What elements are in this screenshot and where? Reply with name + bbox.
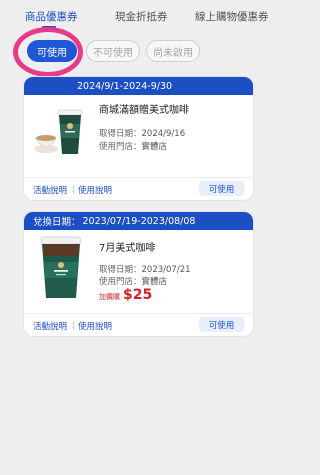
usage-info-link[interactable]: 使用說明: [78, 184, 112, 196]
store-line: 使用門店：實體店: [99, 140, 167, 152]
acquired-date-line: 取得日期：2024/9/16: [99, 127, 185, 139]
event-info-link[interactable]: 活動說明: [33, 184, 67, 196]
highlight-circle: [13, 27, 83, 77]
filter-not-activated-chip[interactable]: 尚未啟用: [146, 40, 200, 62]
use-coupon-button[interactable]: 可使用: [199, 181, 244, 196]
add-on-tag: 加價購: [99, 293, 120, 301]
coupon-card[interactable]: 兌換日期： 2023/07/19-2023/08/08 7月美式咖啡 取得日期：…: [24, 212, 253, 336]
store-line: 使用門店：實體店: [99, 275, 167, 287]
acquired-date: 2024/9/16: [141, 129, 186, 139]
coupon-period-header: 2024/9/1-2024-9/30: [24, 77, 253, 95]
link-separator: [73, 185, 74, 194]
tab-product-coupon[interactable]: 商品優惠券: [25, 9, 78, 24]
tab-cash-coupon[interactable]: 現金折抵券: [115, 9, 168, 24]
store-label: 使用門店：: [99, 277, 142, 287]
store-label: 使用門店：: [99, 142, 142, 152]
store-value: 實體店: [141, 142, 168, 152]
add-on-price: 加價購 $25: [99, 287, 152, 303]
event-info-link[interactable]: 活動說明: [33, 320, 67, 332]
coupon-card[interactable]: 2024/9/1-2024-9/30 商城滿額贈美式咖啡 取得日期：2024/9…: [24, 77, 253, 200]
link-separator: [73, 321, 74, 330]
acquired-label: 取得日期：: [99, 265, 142, 275]
coffee-cup-hot-icon: [34, 109, 83, 154]
coffee-cup-iced-icon: [40, 236, 82, 298]
card-divider: [24, 313, 253, 314]
period-prefix: 兌換日期：: [33, 217, 81, 228]
use-coupon-button[interactable]: 可使用: [199, 317, 244, 332]
coupon-title: 7月美式咖啡: [99, 243, 156, 254]
store-value: 實體店: [141, 277, 168, 287]
acquired-date-line: 取得日期：2023/07/21: [99, 263, 191, 275]
coupon-period: 2024/9/1-2024-9/30: [77, 80, 173, 92]
card-divider: [24, 177, 253, 178]
filter-unavailable-chip[interactable]: 不可使用: [86, 40, 140, 62]
coupon-period: 2023/07/19-2023/08/08: [82, 215, 196, 227]
acquired-date: 2023/07/21: [141, 265, 191, 275]
coupon-period-header: 兌換日期： 2023/07/19-2023/08/08: [24, 212, 253, 230]
tab-online-coupon[interactable]: 線上購物優惠券: [195, 9, 269, 24]
coupon-tabs: 商品優惠券 現金折抵券 線上購物優惠券: [0, 0, 278, 30]
add-on-price-value: $25: [123, 287, 153, 303]
usage-info-link[interactable]: 使用說明: [78, 320, 112, 332]
acquired-label: 取得日期：: [99, 129, 142, 139]
coupon-title: 商城滿額贈美式咖啡: [99, 105, 189, 116]
